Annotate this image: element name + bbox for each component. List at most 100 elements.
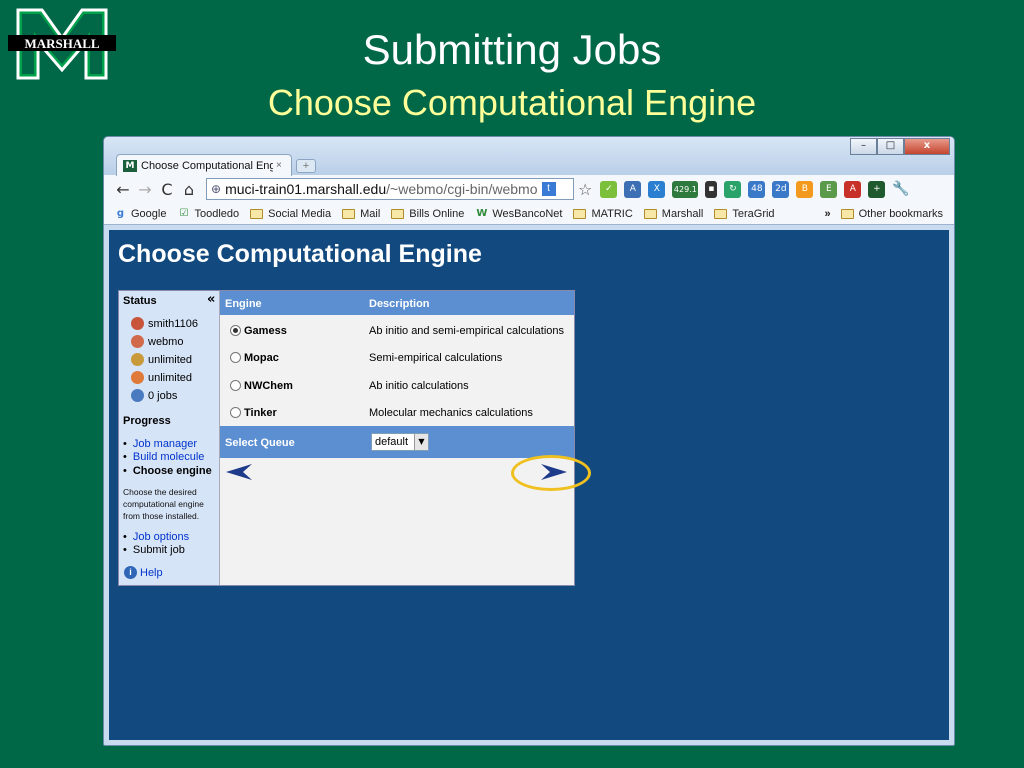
browser-toolbar: ← → C ⌂ ⊕ muci-train01.marshall.edu /~we… [104, 175, 954, 203]
queue-row: Select Queue default ▼ [220, 426, 574, 458]
slide-title: Submitting Jobs [362, 26, 662, 73]
help-icon: i [124, 566, 137, 579]
tab-title: Choose Computational Eng [141, 159, 273, 172]
window-controls: – □ x [850, 138, 950, 155]
home-button[interactable]: ⌂ [178, 180, 200, 199]
acrobat-extension-icon[interactable]: A [844, 180, 862, 198]
bookmark-teragrid[interactable]: TeraGrid [714, 208, 775, 220]
extension-icons: ✓ A X 429.1 ▪ ↻ 48 2d B E A + 🔧 [600, 180, 916, 198]
browser-tab[interactable]: M Choose Computational Eng × [116, 154, 292, 176]
next-arrow-highlight [511, 455, 591, 491]
page-heading: Choose Computational Engine [118, 240, 482, 268]
bookmark-matric[interactable]: MATRIC [573, 208, 633, 220]
collapse-icon[interactable]: « [207, 292, 215, 307]
engine-name: Tinker [244, 407, 277, 419]
address-bar[interactable]: ⊕ muci-train01.marshall.edu /~webmo/cgi-… [206, 178, 574, 200]
progress-choose-engine: • Choose engine [123, 465, 212, 477]
engine-description: Molecular mechanics calculations [369, 407, 533, 419]
dropdown-arrow-icon[interactable]: ▼ [414, 434, 428, 450]
status-jobs: 0 jobs [131, 389, 177, 402]
bookmark-star-icon[interactable]: ☆ [578, 180, 592, 199]
queue-select[interactable]: default ▼ [371, 433, 429, 451]
progress-submit-job: • Submit job [123, 544, 185, 556]
bookmark-google[interactable]: g Google [114, 207, 167, 220]
engine-description: Semi-empirical calculations [369, 352, 503, 364]
column-description: Description [369, 298, 430, 310]
badge-2d-icon[interactable]: 2d [772, 180, 790, 198]
sidebar: Status « smith1106 webmo unlimited unlim… [119, 291, 220, 585]
folder-icon [643, 208, 657, 219]
blogger-extension-icon[interactable]: B [796, 180, 814, 198]
url-host: muci-train01.marshall.edu [225, 181, 387, 197]
maximize-button[interactable]: □ [877, 138, 904, 155]
column-engine: Engine [225, 298, 262, 310]
translate-extension-icon[interactable]: A [624, 180, 642, 198]
webmo-panel: Status « smith1106 webmo unlimited unlim… [118, 290, 575, 586]
browser-window: M Choose Computational Eng × + – □ x ← →… [103, 136, 955, 746]
engine-radio-mopac[interactable] [230, 352, 241, 363]
engine-name: Mopac [244, 352, 279, 364]
clock-icon [131, 371, 144, 384]
browser-titlebar: M Choose Computational Eng × + – □ x [104, 137, 954, 176]
engine-radio-gamess[interactable] [230, 325, 241, 336]
bookmark-wesbanconet[interactable]: W WesBancoNet [475, 207, 562, 220]
bookmarks-bar: g Google ☑ Toodledo Social Media Mail Bill… [104, 203, 954, 225]
engine-description: Ab initio and semi-empirical calculation… [369, 325, 565, 337]
minimize-button[interactable]: – [850, 138, 877, 155]
bookmark-toodledo[interactable]: ☑ Toodledo [177, 207, 240, 220]
wrench-icon[interactable]: 🔧 [892, 181, 909, 198]
evernote-extension-icon[interactable]: E [820, 180, 838, 198]
status-cpu-limit: unlimited [131, 371, 192, 384]
status-user: smith1106 [131, 317, 198, 330]
engine-table: Engine Description Gamess Ab initio and … [220, 291, 574, 585]
queue-label: Select Queue [225, 437, 295, 449]
reload-button[interactable]: C [156, 180, 178, 199]
plus-extension-icon[interactable]: + [868, 180, 886, 198]
engine-table-header: Engine Description [220, 291, 574, 315]
engine-row-gamess: Gamess Ab initio and semi-empirical calc… [220, 318, 574, 345]
refresh-extension-icon[interactable]: ↻ [724, 180, 742, 198]
bookmark-mail[interactable]: Mail [342, 208, 380, 220]
time-icon [131, 353, 144, 366]
globe-icon: ⊕ [211, 182, 222, 196]
other-bookmarks[interactable]: Other bookmarks [840, 208, 943, 220]
bookmark-marshall[interactable]: Marshall [643, 208, 703, 220]
forward-button[interactable]: → [134, 180, 156, 199]
folder-icon [250, 208, 264, 219]
engine-description: Ab initio calculations [369, 380, 469, 392]
site-favicon-icon: M [123, 159, 137, 172]
engine-radio-tinker[interactable] [230, 407, 241, 418]
progress-build-molecule[interactable]: • Build molecule [123, 451, 204, 463]
engine-radio-nwchem[interactable] [230, 380, 241, 391]
tab-close-icon[interactable]: × [276, 160, 282, 171]
user-icon [131, 317, 144, 330]
progress-job-manager[interactable]: • Job manager [123, 438, 197, 450]
help-link[interactable]: i Help [124, 566, 163, 579]
bar-extension-icon[interactable]: ▪ [705, 180, 718, 198]
new-tab-button[interactable]: + [296, 159, 316, 173]
folder-icon [391, 208, 405, 219]
bookmark-bills-online[interactable]: Bills Online [391, 208, 464, 220]
status-time-limit: unlimited [131, 353, 192, 366]
check-extension-icon[interactable]: ✓ [600, 180, 618, 198]
progress-job-options[interactable]: • Job options [123, 531, 189, 543]
url-path: /~webmo/cgi-bin/webmo [386, 181, 538, 197]
badge-48-icon[interactable]: 48 [748, 180, 766, 198]
back-arrow-icon[interactable] [225, 462, 253, 482]
x-extension-icon[interactable]: X [648, 180, 666, 198]
group-icon [131, 335, 144, 348]
slide-subtitle: Choose Computational Engine [267, 82, 757, 123]
counter-badge[interactable]: 429.1 [672, 180, 699, 198]
back-button[interactable]: ← [112, 180, 134, 199]
progress-title: Progress [123, 415, 171, 427]
close-window-button[interactable]: x [904, 138, 950, 155]
engine-row-tinker: Tinker Molecular mechanics calculations [220, 400, 574, 427]
step-description: Choose the desired computational engine … [123, 487, 204, 521]
checkbox-icon: ☑ [179, 208, 189, 219]
google-icon: g [116, 208, 125, 219]
queue-value: default [375, 436, 409, 448]
engine-name: Gamess [244, 325, 287, 337]
bookmark-social-media[interactable]: Social Media [250, 208, 331, 220]
bookmarks-overflow-icon[interactable]: » [825, 208, 831, 220]
page-action-icon[interactable]: t [541, 182, 556, 196]
